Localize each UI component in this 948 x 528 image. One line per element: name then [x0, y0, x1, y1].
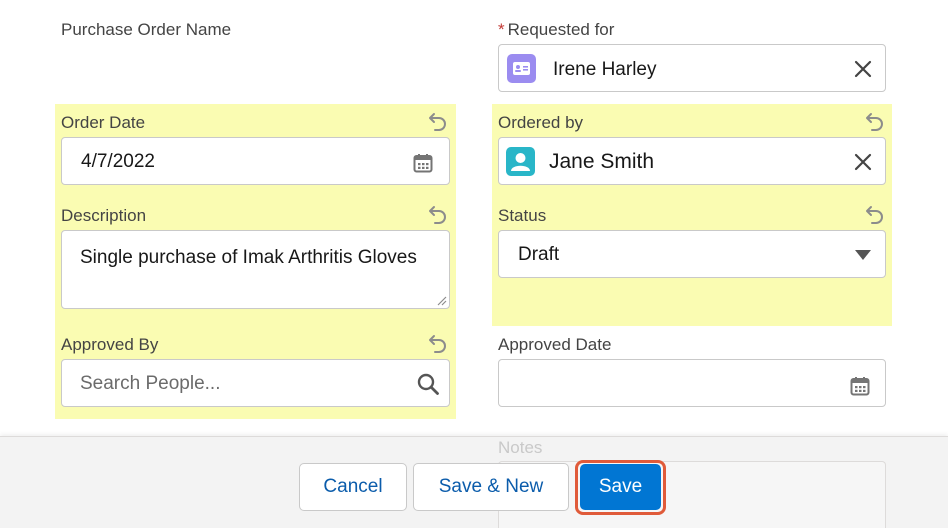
clear-ordered-by-icon[interactable]: [853, 152, 873, 172]
ordered-by-label: Ordered by: [498, 113, 584, 132]
undo-status-icon[interactable]: [864, 203, 886, 225]
save-and-new-button[interactable]: Save & New: [413, 463, 569, 511]
approved-date-field[interactable]: [498, 359, 886, 407]
footer-bar: Notes Cancel Save & New Save: [0, 436, 948, 528]
order-date-field[interactable]: 4/7/2022: [61, 137, 450, 185]
required-marker: *: [498, 20, 505, 39]
notes-label: Notes: [498, 438, 543, 457]
requested-for-value: Irene Harley: [553, 59, 657, 80]
purchase-order-name-label: Purchase Order Name: [61, 20, 232, 39]
calendar-icon[interactable]: [413, 153, 433, 173]
description-label: Description: [61, 206, 147, 225]
save-button[interactable]: Save: [580, 464, 661, 510]
cancel-button[interactable]: Cancel: [299, 463, 407, 511]
approved-by-search-field[interactable]: Search People...: [61, 359, 450, 407]
status-value: Draft: [518, 244, 560, 265]
user-avatar-icon: [506, 147, 535, 176]
status-label: Status: [498, 206, 547, 225]
approved-by-placeholder: Search People...: [80, 373, 221, 394]
description-value: Single purchase of Imak Arthritis Gloves: [80, 247, 417, 268]
approved-by-label: Approved By: [61, 335, 159, 354]
undo-order-date-icon[interactable]: [427, 110, 449, 132]
resize-handle-icon[interactable]: [437, 296, 447, 306]
requested-for-field[interactable]: Irene Harley: [498, 44, 886, 92]
requested-for-label: * Requested for: [498, 20, 614, 40]
order-date-label: Order Date: [61, 113, 146, 132]
contact-card-icon: [507, 54, 536, 83]
clear-requested-for-icon[interactable]: [853, 59, 873, 79]
status-select[interactable]: Draft: [498, 230, 886, 278]
chevron-down-icon: [855, 250, 871, 260]
order-date-value: 4/7/2022: [81, 151, 155, 172]
ordered-by-value: Jane Smith: [549, 150, 655, 173]
undo-approved-by-icon[interactable]: [427, 332, 449, 354]
ordered-by-field[interactable]: Jane Smith: [498, 137, 886, 185]
undo-description-icon[interactable]: [427, 203, 449, 225]
search-icon[interactable]: [417, 373, 439, 395]
description-textarea[interactable]: Single purchase of Imak Arthritis Gloves: [61, 230, 450, 309]
approved-date-label: Approved Date: [498, 335, 612, 354]
calendar-icon[interactable]: [850, 376, 870, 396]
requested-for-label-text: Requested for: [507, 20, 615, 39]
undo-ordered-by-icon[interactable]: [864, 110, 886, 132]
